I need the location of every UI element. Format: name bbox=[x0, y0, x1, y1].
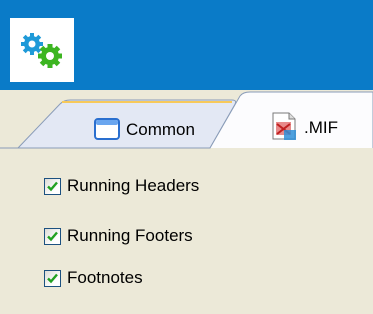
tab-mif[interactable]: .MIF bbox=[304, 118, 338, 138]
checkmark-icon bbox=[47, 231, 58, 241]
window-icon bbox=[94, 118, 120, 145]
options-panel: Running Headers Running Footers Footnote… bbox=[0, 150, 373, 314]
footnotes-checkbox[interactable] bbox=[44, 269, 61, 287]
app-header bbox=[0, 0, 373, 90]
running-headers-checkbox[interactable] bbox=[44, 177, 61, 195]
running-headers-option[interactable]: Running Headers bbox=[44, 175, 199, 197]
checkmark-icon bbox=[47, 181, 58, 191]
footnotes-label: Footnotes bbox=[67, 268, 143, 287]
checkmark-icon bbox=[47, 273, 58, 283]
tab-strip: Common .MIF bbox=[0, 90, 373, 150]
tab-common[interactable]: Common bbox=[126, 120, 195, 140]
gears-icon bbox=[10, 18, 74, 82]
running-footers-option[interactable]: Running Footers bbox=[44, 225, 193, 247]
running-footers-checkbox[interactable] bbox=[44, 227, 61, 245]
running-footers-label: Running Footers bbox=[67, 226, 193, 245]
running-headers-label: Running Headers bbox=[67, 176, 200, 195]
footnotes-option[interactable]: Footnotes bbox=[44, 267, 143, 289]
mif-file-icon bbox=[270, 112, 300, 147]
